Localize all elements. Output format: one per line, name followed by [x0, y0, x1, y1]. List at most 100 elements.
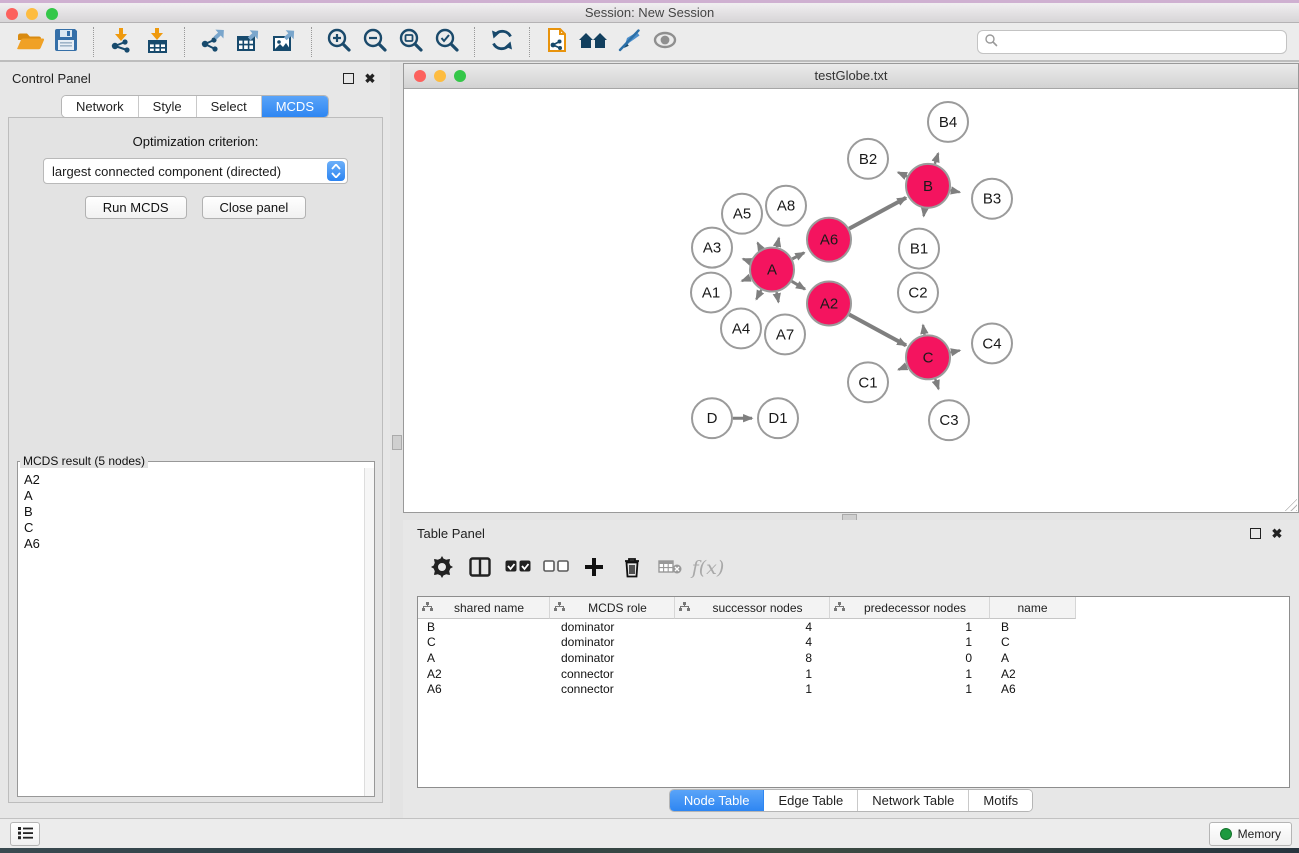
table-cell[interactable]: A	[418, 650, 550, 666]
network-node-B2[interactable]: B2	[848, 139, 888, 179]
minimize-window-button[interactable]	[26, 8, 38, 20]
table-cell[interactable]: 1	[675, 681, 830, 697]
network-node-A2[interactable]: A2	[807, 282, 851, 326]
import-network-button[interactable]	[103, 26, 139, 58]
table-cell[interactable]	[1076, 635, 1289, 651]
table-cell[interactable]: 0	[830, 650, 990, 666]
minimize-network-button[interactable]	[434, 70, 446, 82]
select-all-button[interactable]	[499, 551, 537, 585]
network-node-B3[interactable]: B3	[972, 179, 1012, 219]
delete-table-button[interactable]	[651, 551, 689, 585]
table-cell[interactable]: A	[990, 650, 1076, 666]
network-node-A4[interactable]: A4	[721, 308, 761, 348]
close-window-button[interactable]	[6, 8, 18, 20]
table-cell[interactable]: A6	[990, 681, 1076, 697]
column-header-MCDS-role[interactable]: MCDS role	[550, 597, 675, 619]
network-edge-C-C4[interactable]	[950, 350, 959, 352]
network-node-C[interactable]: C	[906, 335, 950, 379]
network-edge-A-A2[interactable]	[792, 281, 805, 289]
close-table-panel-button[interactable]: ✖	[1269, 525, 1285, 541]
network-edge-A6-B[interactable]	[849, 198, 906, 229]
column-header-successor-nodes[interactable]: successor nodes	[675, 597, 830, 619]
network-node-D1[interactable]: D1	[758, 398, 798, 438]
add-entry-button[interactable]	[575, 551, 613, 585]
table-cell[interactable]: 4	[675, 635, 830, 651]
network-edge-C-C2[interactable]	[923, 325, 924, 335]
toolbar-search-field[interactable]	[977, 30, 1287, 54]
run-mcds-button[interactable]: Run MCDS	[85, 196, 187, 219]
table-row-a[interactable]: Adominator80A	[418, 650, 1289, 666]
close-panel-push-button[interactable]: Close panel	[202, 196, 307, 219]
export-table-button[interactable]	[230, 26, 266, 58]
network-node-A7[interactable]: A7	[765, 314, 805, 354]
criterion-select[interactable]: largest connected component (directed)	[43, 158, 348, 184]
float-panel-button[interactable]	[340, 70, 356, 86]
open-session-button[interactable]	[12, 26, 48, 58]
network-node-A[interactable]: A	[750, 248, 794, 292]
horizontal-splitter[interactable]	[403, 513, 1299, 520]
zoom-out-button[interactable]	[357, 26, 393, 58]
network-edge-A-A4[interactable]	[756, 290, 761, 299]
table-cell[interactable]: B	[990, 619, 1076, 635]
table-row-a6[interactable]: A6connector11A6	[418, 681, 1289, 697]
table-cell[interactable]: connector	[550, 666, 675, 682]
network-node-B[interactable]: B	[906, 164, 950, 208]
network-node-C3[interactable]: C3	[929, 400, 969, 440]
column-header-name[interactable]: name	[990, 597, 1076, 619]
table-cell[interactable]: C	[418, 635, 550, 651]
table-cell[interactable]: 1	[830, 681, 990, 697]
table-cell[interactable]	[1076, 619, 1289, 635]
home-view-button[interactable]	[575, 26, 611, 58]
search-input[interactable]	[998, 34, 1280, 50]
import-table-button[interactable]	[139, 26, 175, 58]
zoom-selected-button[interactable]	[429, 26, 465, 58]
result-scrollbar[interactable]	[364, 468, 374, 796]
table-cell[interactable]	[1076, 666, 1289, 682]
tab-style[interactable]: Style	[139, 96, 197, 117]
network-edge-C-C3[interactable]	[935, 379, 938, 389]
column-header-predecessor-nodes[interactable]: predecessor nodes	[830, 597, 990, 619]
zoom-network-button[interactable]	[454, 70, 466, 82]
network-node-B4[interactable]: B4	[928, 102, 968, 142]
network-canvas[interactable]: AA1A2A3A4A5A6A7A8BB1B2B3B4CC1C2C3C4DD1	[404, 89, 1298, 512]
table-settings-button[interactable]	[423, 551, 461, 585]
hide-annotations-button[interactable]	[611, 26, 647, 58]
table-cell[interactable]: 1	[830, 635, 990, 651]
float-table-panel-button[interactable]	[1247, 525, 1263, 541]
save-session-button[interactable]	[48, 26, 84, 58]
network-node-D[interactable]: D	[692, 398, 732, 438]
export-image-button[interactable]	[266, 26, 302, 58]
table-cell[interactable]: dominator	[550, 650, 675, 666]
table-cell[interactable]: 8	[675, 650, 830, 666]
table-tab-edge-table[interactable]: Edge Table	[764, 790, 858, 811]
network-window-titlebar[interactable]: testGlobe.txt	[404, 64, 1298, 89]
tab-select[interactable]: Select	[197, 96, 262, 117]
table-cell[interactable]: 4	[675, 619, 830, 635]
zoom-in-button[interactable]	[321, 26, 357, 58]
table-cell[interactable]: connector	[550, 681, 675, 697]
tab-network[interactable]: Network	[62, 96, 139, 117]
network-node-A3[interactable]: A3	[692, 228, 732, 268]
column-header-shared-name[interactable]: shared name	[418, 597, 550, 619]
table-cell[interactable]: B	[418, 619, 550, 635]
show-column-button[interactable]	[461, 551, 499, 585]
network-edge-A-A6[interactable]	[792, 253, 804, 259]
network-edge-A-A1[interactable]	[742, 278, 751, 281]
network-node-A1[interactable]: A1	[691, 273, 731, 313]
memory-button[interactable]: Memory	[1209, 822, 1292, 846]
tab-mcds[interactable]: MCDS	[262, 96, 328, 117]
zoom-fit-button[interactable]	[393, 26, 429, 58]
table-cell[interactable]: dominator	[550, 619, 675, 635]
table-cell[interactable]: A2	[418, 666, 550, 682]
table-row-b[interactable]: Bdominator41B	[418, 619, 1289, 635]
table-row-c[interactable]: Cdominator41C	[418, 635, 1289, 651]
network-edge-B-B1[interactable]	[924, 208, 925, 216]
table-tab-network-table[interactable]: Network Table	[858, 790, 969, 811]
table-cell[interactable]: C	[990, 635, 1076, 651]
network-edge-A-A7[interactable]	[777, 292, 779, 302]
table-cell[interactable]: A6	[418, 681, 550, 697]
delete-entry-button[interactable]	[613, 551, 651, 585]
function-builder-button[interactable]: f(x)	[689, 551, 727, 585]
mcds-result-list[interactable]: A2ABCA6	[18, 470, 364, 794]
network-edge-B-B4[interactable]	[935, 153, 938, 164]
